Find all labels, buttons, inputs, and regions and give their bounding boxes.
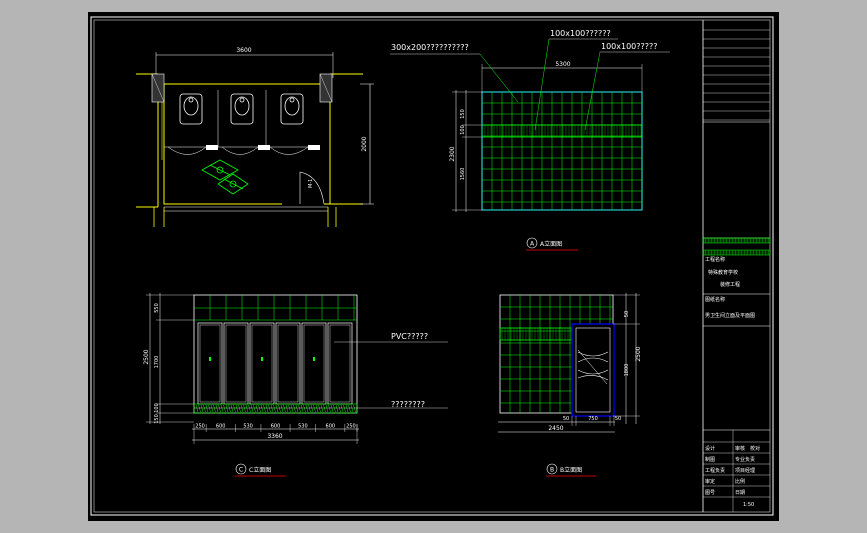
elev-c-note-base: ???????? bbox=[391, 400, 425, 409]
elev-a-dim-1560: 1560 bbox=[460, 168, 466, 181]
stall-door bbox=[275, 322, 301, 405]
elev-c-bottom-dim-label: 530 bbox=[298, 424, 308, 430]
tb-project-name-2: 装修工程 bbox=[720, 281, 740, 288]
elevation-a-tiles bbox=[481, 91, 643, 211]
plan-height-dim: 2000 bbox=[361, 136, 368, 151]
elevation-c-tiles bbox=[194, 295, 357, 321]
title-block-cell: 工程负责 bbox=[705, 467, 725, 474]
plan-view: 3600 M-1 2000 bbox=[136, 47, 374, 227]
stall-door bbox=[223, 322, 249, 405]
title-block-top-rows bbox=[703, 29, 770, 121]
tb-drawing-name: 男卫生间立面及平面图 bbox=[705, 312, 755, 319]
elev-c-dim-550: 550 bbox=[154, 303, 160, 313]
elev-a-note-tile-big: 300x200?????????? bbox=[391, 43, 469, 52]
title-block-cell: 校对 bbox=[750, 445, 760, 452]
elevation-b: 50 2500 1800 50 750 50 2450 B B立面图 bbox=[498, 293, 642, 477]
elev-c-dim-2500: 2500 bbox=[143, 349, 150, 364]
elev-a-dim-total: 2300 bbox=[449, 146, 456, 161]
elev-b-dim-50-b: 50 bbox=[615, 416, 621, 422]
elev-b-dim-total: 2450 bbox=[548, 425, 563, 432]
elevation-c-base-hatch bbox=[195, 404, 356, 413]
elev-a-label-title: A立面图 bbox=[540, 240, 562, 248]
urinal-fixture bbox=[230, 93, 254, 125]
tb-project-name-1: 特殊教育学校 bbox=[708, 269, 738, 276]
elev-c-dim-100: 100 bbox=[154, 403, 160, 413]
elev-b-dim-2500: 2500 bbox=[635, 346, 642, 361]
elev-c-dim-150: 150 bbox=[154, 414, 160, 424]
urinal-fixture bbox=[179, 93, 203, 125]
plan-width-dim: 3600 bbox=[236, 47, 251, 54]
elev-b-dim-1800: 1800 bbox=[624, 364, 630, 377]
elev-a-dim-100: 100 bbox=[460, 125, 466, 135]
elevation-c-stall-doors bbox=[197, 322, 353, 405]
tb-scale: 1:50 bbox=[743, 502, 754, 508]
title-block-green-band bbox=[702, 237, 771, 256]
stall-door bbox=[249, 322, 275, 405]
stall-door bbox=[327, 322, 353, 405]
elev-c-bottom-dim-label: 600 bbox=[326, 424, 336, 430]
tb-drawing-label: 图纸名称 bbox=[705, 296, 725, 303]
stall-door bbox=[197, 322, 223, 405]
elev-b-dim-50: 50 bbox=[563, 416, 569, 422]
elev-b-label-title: B立面图 bbox=[560, 466, 582, 474]
elev-c-bottom-dim-label: 250 bbox=[346, 424, 356, 430]
urinal-fixture bbox=[280, 93, 304, 125]
elev-c-note-pvc: PVC????? bbox=[391, 332, 428, 341]
title-block-cell: 专业负责 bbox=[735, 456, 755, 463]
svg-text:A: A bbox=[530, 241, 535, 248]
title-block: 工程名称 特殊教育学校 装修工程 图纸名称 男卫生间立面及平面图 设计 审核 校对制… bbox=[702, 20, 771, 512]
svg-text:B: B bbox=[550, 467, 554, 474]
elev-a-note-tile-small-2: 100x100????? bbox=[601, 42, 658, 51]
sheet-border bbox=[90, 16, 774, 516]
title-block-cell: 审核 bbox=[735, 445, 745, 452]
drawing-sheet: 3600 M-1 2000 5300 300x200?????????? 100… bbox=[88, 12, 779, 521]
title-block-cell: 日期 bbox=[735, 490, 745, 496]
elev-a-note-tile-small-1: 100x100?????? bbox=[550, 29, 611, 38]
elevation-a: 5300 300x200?????????? 100x100?????? 100… bbox=[390, 29, 670, 251]
tb-project-label: 工程名称 bbox=[705, 256, 725, 263]
elev-c-dim-1700: 1700 bbox=[154, 356, 160, 369]
elev-b-dim-750: 750 bbox=[588, 416, 598, 422]
title-block-signature-rows: 设计 审核 校对制图 专业负责工程负责 项目经理审定 比例图号 日期 bbox=[703, 430, 770, 512]
title-block-cell: 审定 bbox=[705, 478, 715, 485]
title-block-cell: 设计 bbox=[705, 445, 715, 452]
stall-door bbox=[301, 322, 327, 405]
cad-drawing: 3600 M-1 2000 5300 300x200?????????? 100… bbox=[90, 16, 774, 516]
elev-a-dim-150: 150 bbox=[460, 109, 466, 119]
title-block-cell: 比例 bbox=[735, 478, 745, 485]
elev-c-bottom-dim-label: 530 bbox=[243, 424, 253, 430]
title-block-cell: 制图 bbox=[705, 456, 715, 463]
elev-c-dim-total: 3360 bbox=[267, 433, 282, 440]
svg-text:C: C bbox=[239, 467, 243, 474]
elev-a-top-dim: 5300 bbox=[555, 61, 570, 68]
elev-b-dim-50-top: 50 bbox=[624, 311, 630, 317]
elev-c-bottom-dim-label: 600 bbox=[216, 424, 226, 430]
floor-drain-symbol bbox=[201, 159, 249, 195]
elevation-c: PVC????? ???????? 2500 550 1700 100 150 … bbox=[143, 293, 448, 477]
title-block-cell: 项目经理 bbox=[735, 467, 755, 474]
elev-c-bottom-dim-label: 250 bbox=[195, 424, 205, 430]
plan-door-tag: M-1 bbox=[308, 179, 314, 188]
elev-c-label-title: C立面图 bbox=[249, 466, 271, 474]
elev-c-bottom-dim-label: 600 bbox=[271, 424, 281, 430]
title-block-cell: 图号 bbox=[705, 490, 715, 496]
